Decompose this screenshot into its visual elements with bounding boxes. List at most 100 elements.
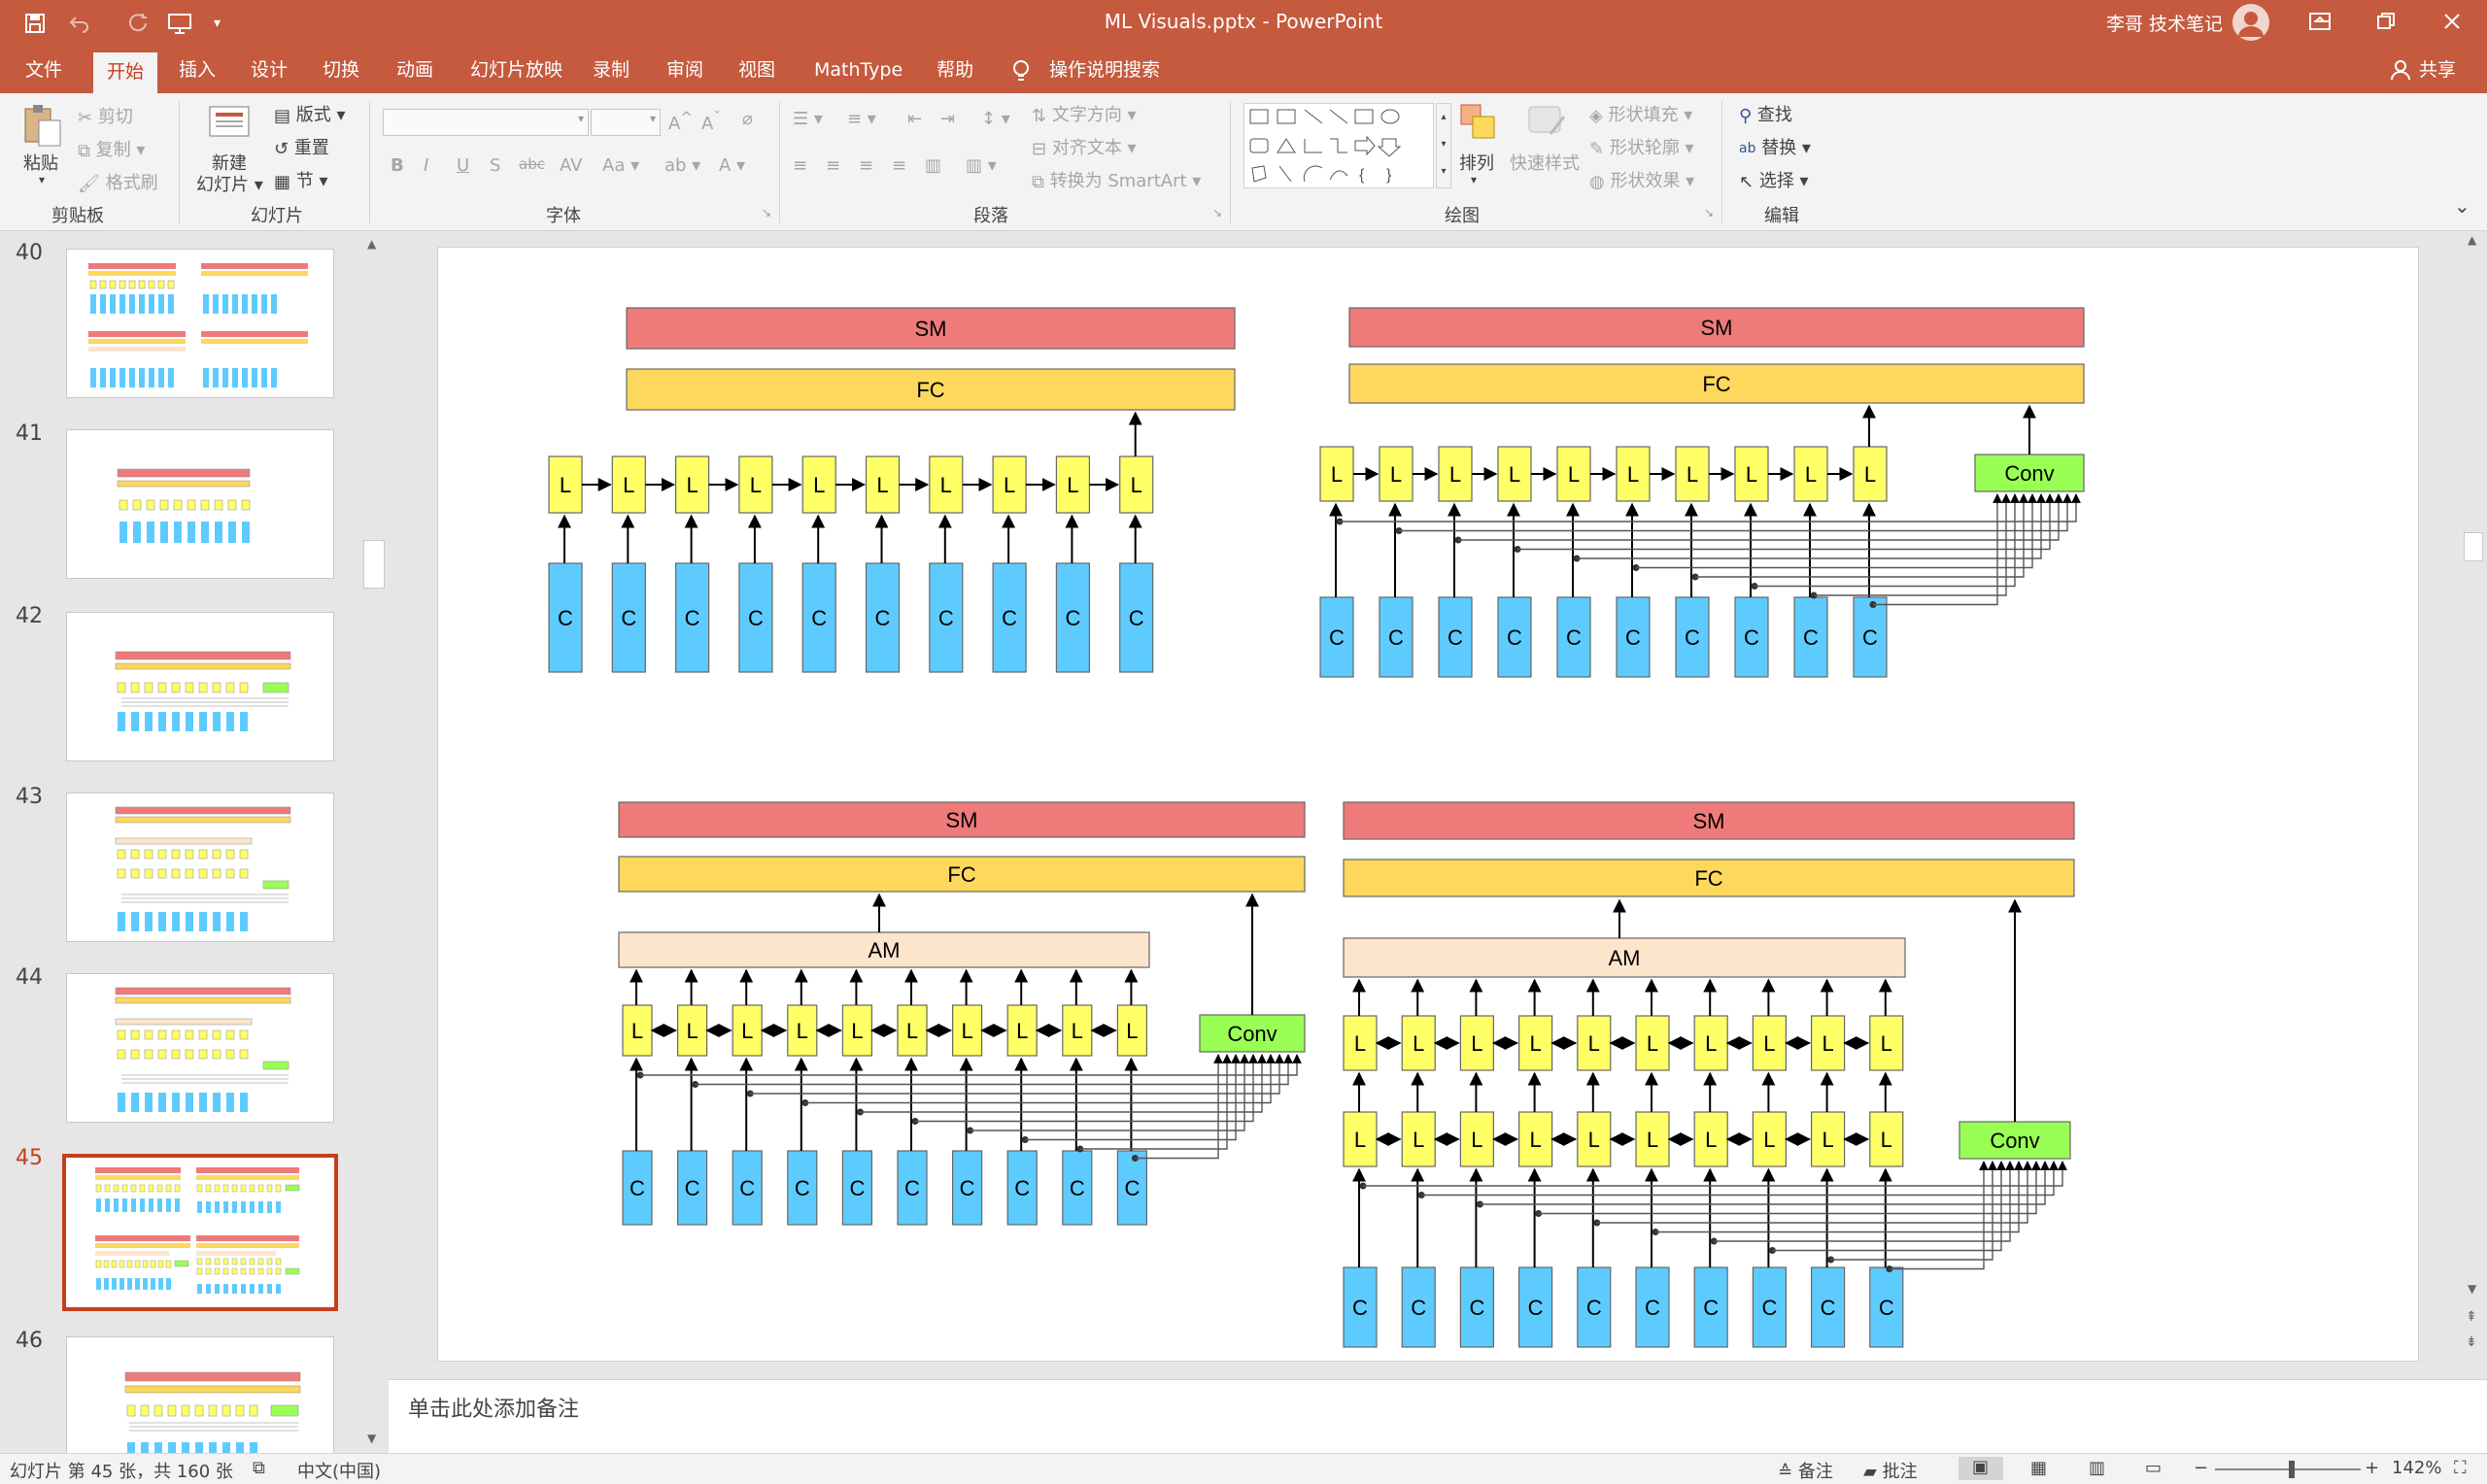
lstm-cell[interactable]: L: [677, 1004, 708, 1057]
notes-button[interactable]: ≙ 备注: [1778, 1458, 1833, 1483]
layout-button[interactable]: ▤ 版式 ▾: [274, 101, 346, 126]
lstm-cell[interactable]: L: [1438, 446, 1473, 502]
lstm-cell[interactable]: L: [841, 1004, 872, 1057]
change-case-icon[interactable]: Aa ▾: [602, 155, 639, 176]
reading-view-icon[interactable]: ▥: [2089, 1458, 2105, 1478]
conv-input-cell[interactable]: C: [677, 1150, 708, 1226]
lstm-cell[interactable]: L: [801, 455, 836, 514]
slide-thumbnail[interactable]: [66, 249, 334, 398]
lstm-cell[interactable]: L: [1693, 1111, 1728, 1167]
conv-input-cell[interactable]: C: [1693, 1266, 1728, 1348]
conv-input-cell[interactable]: C: [675, 562, 710, 673]
conv-input-cell[interactable]: C: [1379, 596, 1414, 678]
comments-button[interactable]: ▰ 批注: [1863, 1458, 1918, 1483]
conv-input-cell[interactable]: C: [1343, 1266, 1378, 1348]
next-slide-icon[interactable]: ⇟: [2466, 1334, 2477, 1350]
conv-input-cell[interactable]: C: [1116, 1150, 1148, 1226]
lstm-cell[interactable]: L: [1635, 1111, 1670, 1167]
lstm-cell[interactable]: L: [1752, 1015, 1788, 1071]
conv-input-cell[interactable]: C: [1438, 596, 1473, 678]
line-spacing-icon[interactable]: ↕ ▾: [981, 109, 1010, 129]
tab-slideshow[interactable]: 幻灯片放映: [457, 47, 576, 93]
font-dialog-launcher-icon[interactable]: ↘: [762, 206, 771, 219]
user-name[interactable]: 李哥 技术笔记: [2106, 10, 2223, 36]
lstm-cell[interactable]: L: [1517, 1111, 1553, 1167]
slide-thumbnail[interactable]: [66, 793, 334, 942]
notes-pane[interactable]: 单击此处添加备注: [389, 1379, 2487, 1453]
scroll-up-icon[interactable]: ▲: [367, 237, 376, 251]
slide-thumbnail[interactable]: [66, 973, 334, 1123]
tab-record[interactable]: 录制: [579, 47, 643, 93]
strikethrough-icon[interactable]: abc: [519, 155, 545, 173]
softmax-layer[interactable]: SM: [1343, 801, 2075, 840]
conv-input-cell[interactable]: C: [1675, 596, 1710, 678]
columns-icon[interactable]: ▥ ▾: [966, 155, 997, 176]
lstm-cell[interactable]: L: [1119, 455, 1154, 514]
italic-icon[interactable]: I: [424, 155, 428, 176]
tab-insert[interactable]: 插入: [165, 47, 229, 93]
conv-input-cell[interactable]: C: [865, 562, 901, 673]
conv-input-cell[interactable]: C: [1459, 1266, 1495, 1348]
zoom-out-icon[interactable]: −: [2194, 1458, 2208, 1478]
tab-design[interactable]: 设计: [237, 47, 301, 93]
softmax-layer[interactable]: SM: [1348, 307, 2085, 348]
quick-styles-button[interactable]: 快速样式: [1510, 150, 1580, 175]
lstm-cell[interactable]: L: [1616, 446, 1651, 502]
conv-input-cell[interactable]: C: [1119, 562, 1154, 673]
lstm-cell[interactable]: L: [1810, 1015, 1846, 1071]
normal-view-button[interactable]: ▣: [1959, 1457, 2003, 1480]
conv-block[interactable]: Conv: [1199, 1014, 1306, 1053]
lstm-cell[interactable]: L: [622, 1004, 653, 1057]
zoom-level[interactable]: 142%: [2392, 1458, 2441, 1478]
font-color-icon[interactable]: A ▾: [719, 155, 745, 176]
lstm-cell[interactable]: L: [1869, 1111, 1904, 1167]
slideshow-icon[interactable]: ▭: [2145, 1458, 2162, 1478]
conv-input-cell[interactable]: C: [611, 562, 646, 673]
minimize-icon[interactable]: [2312, 12, 2332, 35]
fully-connected-layer[interactable]: FC: [1348, 363, 2085, 404]
fit-slide-icon[interactable]: ⛶: [2454, 1458, 2467, 1478]
slide-thumbnail[interactable]: [66, 1336, 334, 1453]
paste-icon[interactable]: [19, 103, 62, 152]
conv-input-cell[interactable]: C: [897, 1150, 928, 1226]
lstm-cell[interactable]: L: [1062, 1004, 1093, 1057]
conv-input-cell[interactable]: C: [1752, 1266, 1788, 1348]
section-button[interactable]: ▦ 节 ▾: [274, 167, 328, 192]
lstm-cell[interactable]: L: [992, 455, 1027, 514]
lstm-cell[interactable]: L: [951, 1004, 983, 1057]
collapse-ribbon-icon[interactable]: ⌄: [2454, 194, 2470, 218]
restore-icon[interactable]: [2376, 12, 2396, 35]
conv-input-cell[interactable]: C: [929, 562, 964, 673]
conv-input-cell[interactable]: C: [1319, 596, 1354, 678]
align-text-button[interactable]: ⊟ 对齐文本 ▾: [1032, 134, 1137, 159]
scroll-down-icon[interactable]: ▼: [2468, 1282, 2476, 1296]
conv-input-cell[interactable]: C: [1006, 1150, 1038, 1226]
previous-slide-icon[interactable]: ⇞: [2466, 1309, 2477, 1325]
lstm-cell[interactable]: L: [1793, 446, 1828, 502]
lstm-cell[interactable]: L: [1853, 446, 1888, 502]
lstm-cell[interactable]: L: [1379, 446, 1414, 502]
lstm-cell[interactable]: L: [1734, 446, 1769, 502]
conv-block[interactable]: Conv: [1959, 1121, 2071, 1160]
align-left-icon[interactable]: ≡: [793, 155, 807, 176]
language-indicator[interactable]: 中文(中国): [297, 1458, 381, 1483]
conv-input-cell[interactable]: C: [992, 562, 1027, 673]
fully-connected-layer[interactable]: FC: [1343, 859, 2075, 897]
conv-input-cell[interactable]: C: [548, 562, 583, 673]
lstm-cell[interactable]: L: [548, 455, 583, 514]
lstm-cell[interactable]: L: [1055, 455, 1091, 514]
softmax-layer[interactable]: SM: [626, 307, 1236, 350]
increase-indent-icon[interactable]: ⇥: [940, 109, 955, 129]
lstm-cell[interactable]: L: [1675, 446, 1710, 502]
conv-block[interactable]: Conv: [1974, 454, 2085, 492]
zoom-slider[interactable]: [2215, 1468, 2361, 1470]
select-button[interactable]: ↖ 选择 ▾: [1739, 167, 1809, 192]
scroll-down-icon[interactable]: ▼: [367, 1432, 376, 1445]
lstm-cell[interactable]: L: [1343, 1111, 1378, 1167]
lstm-cell[interactable]: L: [1401, 1111, 1436, 1167]
slide-sorter-icon[interactable]: ▦: [2030, 1458, 2047, 1478]
quick-styles-icon[interactable]: [1521, 101, 1568, 149]
copy-button[interactable]: ⧉ 复制 ▾: [78, 136, 145, 161]
paste-dropdown-icon[interactable]: ▾: [39, 173, 45, 186]
decrease-font-icon[interactable]: Aˇ: [701, 109, 721, 134]
